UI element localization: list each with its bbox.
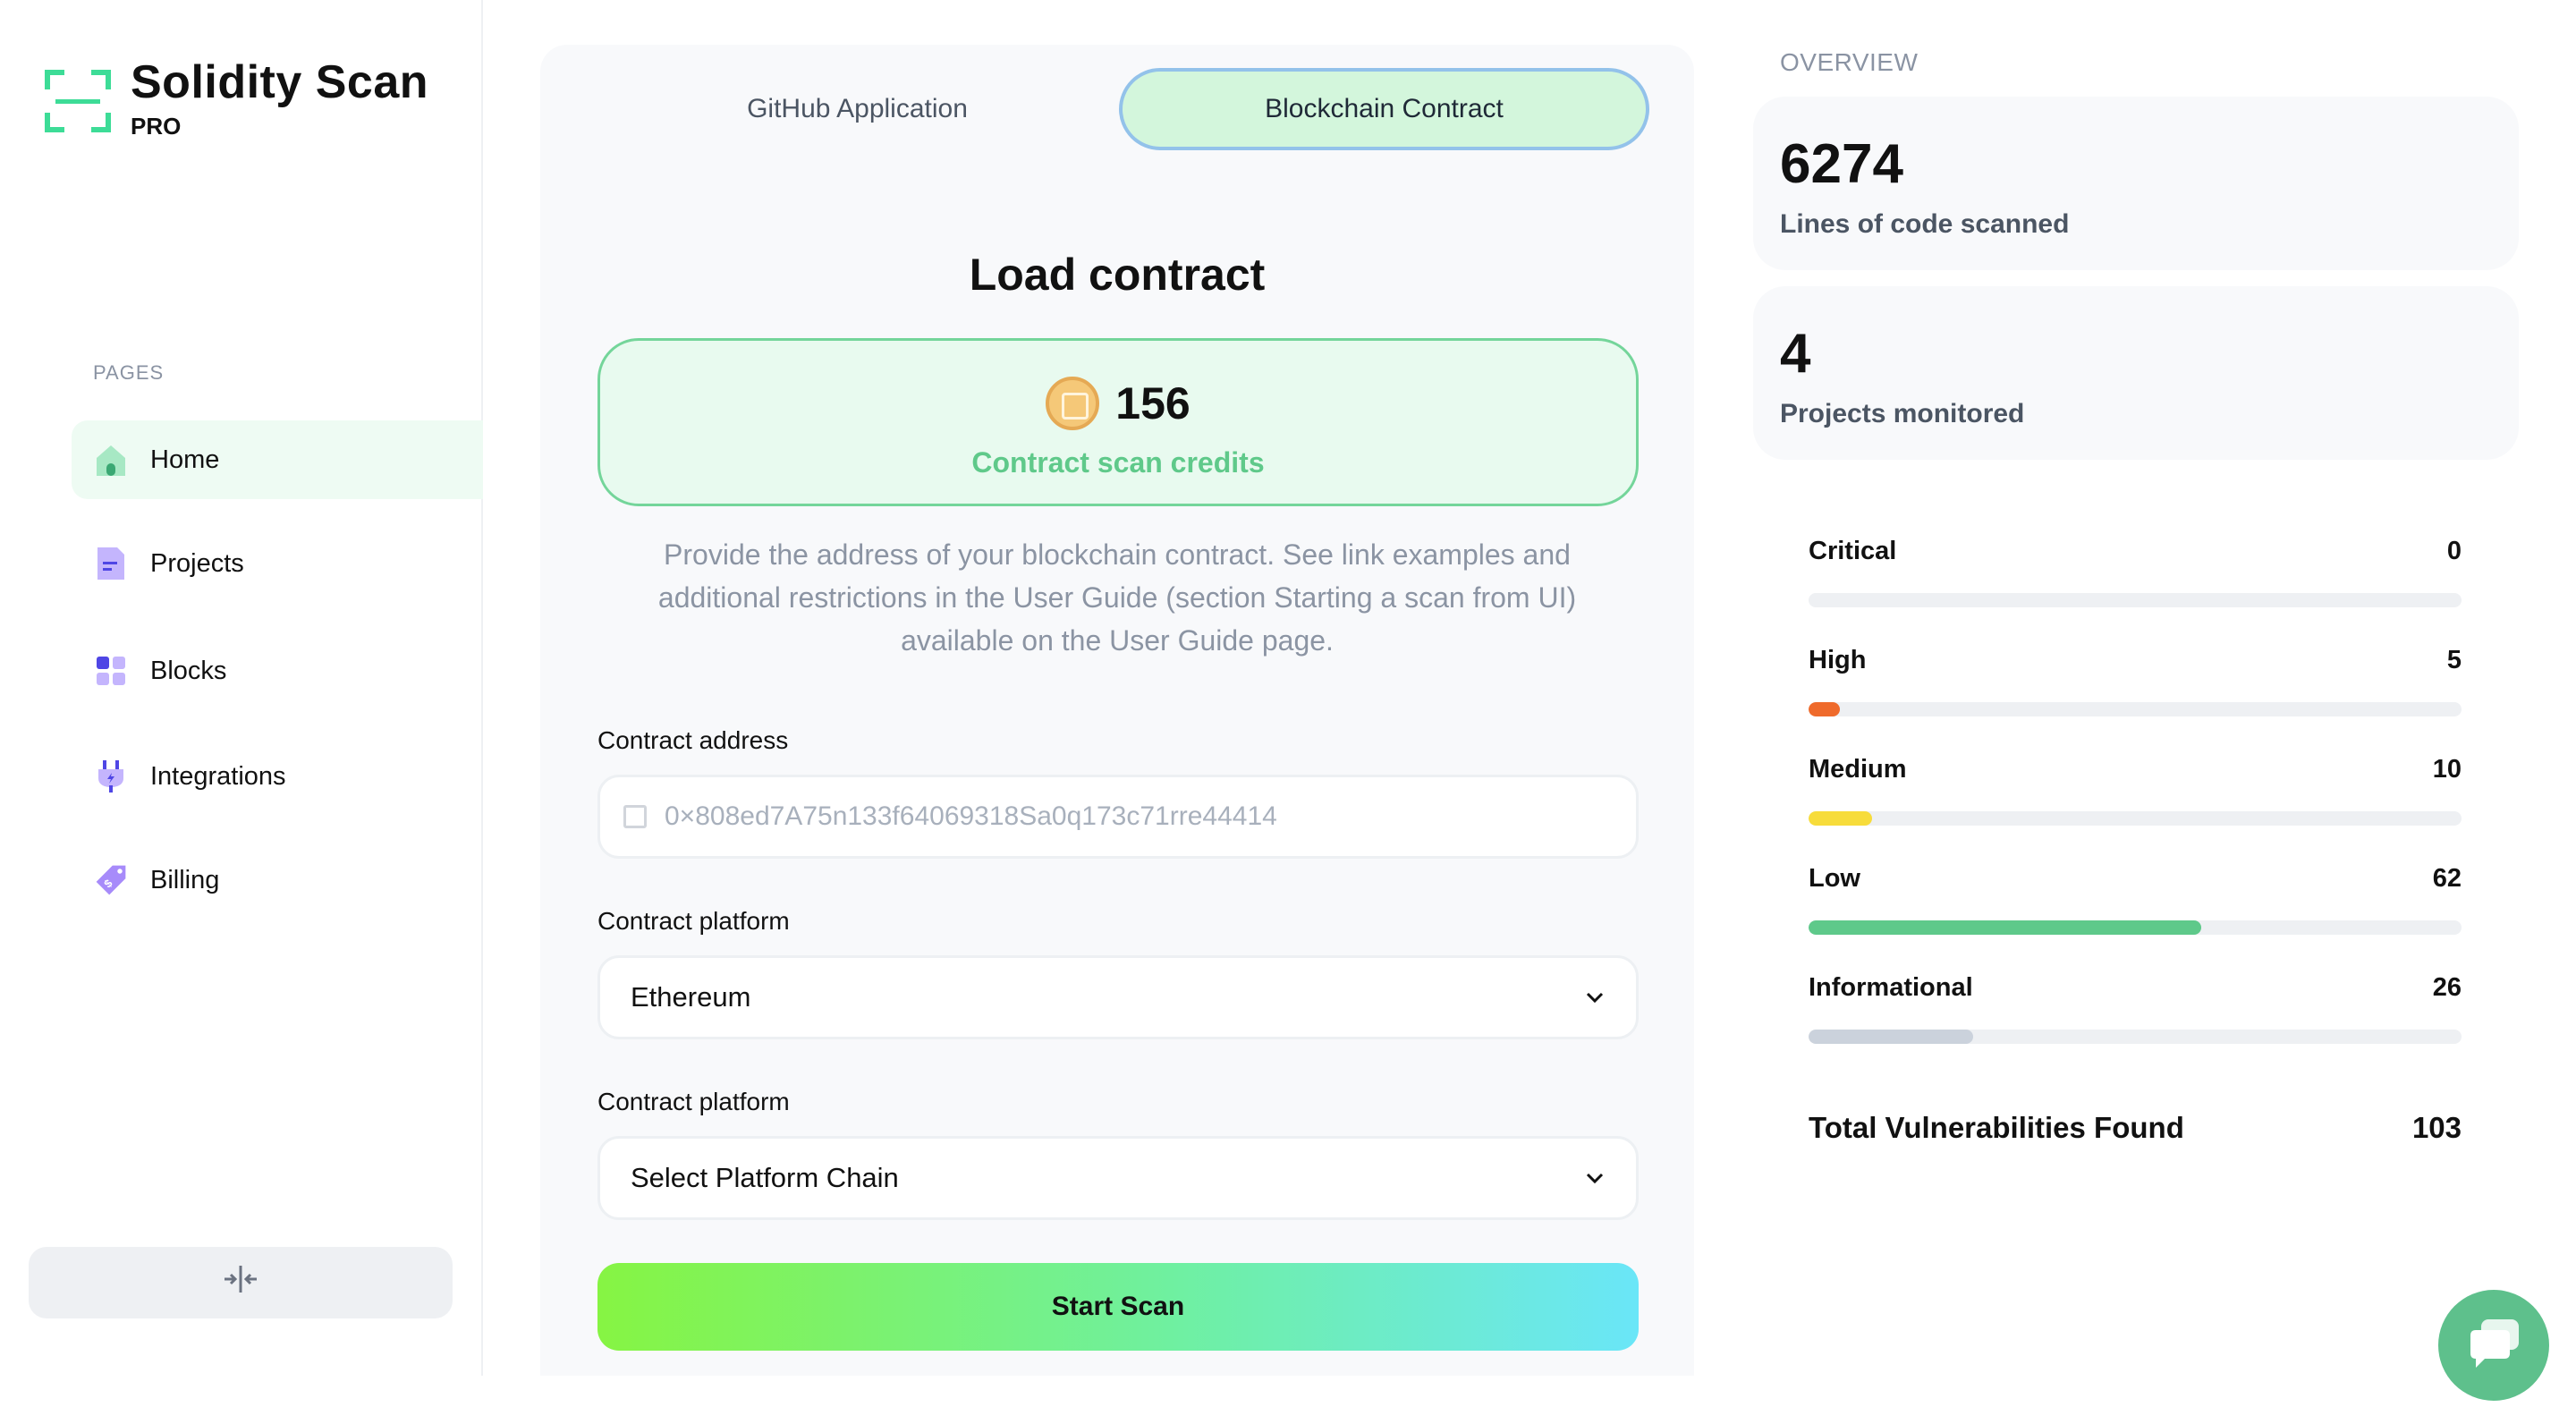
- sidebar-item-label: Billing: [150, 865, 220, 894]
- severity-name: Medium: [1809, 755, 1907, 784]
- severity-name: Critical: [1809, 537, 1897, 565]
- brand-title: Solidity Scan: [131, 56, 429, 108]
- sidebar-item-label: Blocks: [150, 656, 227, 685]
- coin-icon: [1046, 377, 1100, 430]
- platform-chain-select[interactable]: Select Platform Chain: [597, 1136, 1639, 1220]
- credits-card: 156 Contract scan credits: [597, 338, 1639, 506]
- chat-button[interactable]: [2438, 1290, 2549, 1401]
- severity-bar: [1809, 702, 2462, 716]
- chevron-down-icon: [1577, 1160, 1613, 1196]
- severity-count: 62: [2432, 864, 2462, 893]
- contract-platform-value: Ethereum: [631, 981, 751, 1013]
- severity-bar: [1809, 920, 2462, 935]
- severity-count: 0: [2446, 537, 2462, 565]
- contract-address-input[interactable]: 0×808ed7A75n133f64069318Sa0q173c71rre444…: [597, 775, 1639, 859]
- projects-monitored-card: 4 Projects monitored: [1753, 286, 2519, 460]
- severity-count: 5: [2446, 646, 2462, 674]
- scan-logo-icon: [43, 68, 113, 134]
- total-vulnerabilities: Total Vulnerabilities Found 103: [1809, 1111, 2462, 1145]
- scan-panel: GitHub Application Blockchain Contract L…: [540, 45, 1694, 1376]
- severity-medium: Medium 10: [1809, 755, 2462, 826]
- severity-critical: Critical 0: [1809, 537, 2462, 607]
- severity-bar: [1809, 1030, 2462, 1044]
- severity-bar-fill: [1809, 920, 2202, 935]
- collapse-sidebar-button[interactable]: [29, 1247, 453, 1318]
- sidebar-item-billing[interactable]: $ Billing: [72, 841, 483, 920]
- tab-blockchain-contract[interactable]: Blockchain Contract: [1119, 68, 1649, 150]
- collapse-icon: [221, 1264, 260, 1302]
- overview-label: OVERVIEW: [1780, 48, 1919, 76]
- chevron-down-icon: [1577, 979, 1613, 1015]
- severity-informational: Informational 26: [1809, 973, 2462, 1044]
- severity-bar-fill: [1809, 811, 1872, 826]
- sidebar-item-label: Integrations: [150, 761, 286, 791]
- credits-label: Contract scan credits: [971, 446, 1265, 479]
- sidebar: Solidity Scan PRO PAGES Home Projects Bl…: [0, 0, 483, 1376]
- sidebar-item-home[interactable]: Home: [72, 420, 483, 499]
- contract-platform-select[interactable]: Ethereum: [597, 955, 1639, 1039]
- lines-scanned-card: 6274 Lines of code scanned: [1753, 97, 2519, 270]
- severity-low: Low 62: [1809, 864, 2462, 935]
- credits-value: 156: [1115, 378, 1191, 428]
- severity-bar: [1809, 811, 2462, 826]
- source-tabs: GitHub Application Blockchain Contract: [596, 68, 1649, 150]
- start-scan-button[interactable]: Start Scan: [597, 1263, 1639, 1351]
- chat-bubble-icon: [2465, 1316, 2522, 1376]
- total-value: 103: [2411, 1111, 2462, 1144]
- platform-chain-value: Select Platform Chain: [631, 1162, 899, 1193]
- home-icon: [93, 442, 129, 478]
- page-title: Load contract: [969, 250, 1266, 300]
- price-tag-icon: $: [93, 862, 129, 898]
- severity-name: Informational: [1809, 973, 1973, 1002]
- blocks-icon: [93, 653, 129, 689]
- severity-high: High 5: [1809, 646, 2462, 716]
- lines-scanned-value: 6274: [1780, 133, 1903, 195]
- lines-scanned-label: Lines of code scanned: [1780, 209, 2070, 239]
- projects-monitored-label: Projects monitored: [1780, 399, 2025, 428]
- sidebar-item-label: Home: [150, 445, 220, 474]
- sidebar-item-projects[interactable]: Projects: [72, 524, 483, 603]
- plug-icon: [93, 759, 129, 794]
- severity-name: Low: [1809, 864, 1860, 893]
- severity-bar: [1809, 593, 2462, 607]
- tab-github-application[interactable]: GitHub Application: [596, 68, 1119, 150]
- contract-address-placeholder: 0×808ed7A75n133f64069318Sa0q173c71rre444…: [665, 801, 1277, 831]
- pages-section-label: PAGES: [93, 361, 165, 384]
- total-label: Total Vulnerabilities Found: [1809, 1111, 2184, 1144]
- contract-platform-label: Contract platform: [597, 907, 790, 935]
- brand-logo[interactable]: Solidity Scan PRO: [43, 57, 428, 140]
- severity-count: 26: [2432, 973, 2462, 1002]
- projects-monitored-value: 4: [1780, 323, 1811, 385]
- document-icon: [93, 546, 129, 581]
- platform-chain-label: Contract platform: [597, 1088, 790, 1115]
- instructions-text: Provide the address of your blockchain c…: [657, 538, 1577, 657]
- contract-address-label: Contract address: [597, 726, 789, 754]
- sidebar-item-integrations[interactable]: Integrations: [72, 737, 483, 816]
- severity-name: High: [1809, 646, 1867, 674]
- severity-bar-fill: [1809, 702, 1841, 716]
- brand-tier: PRO: [131, 113, 182, 140]
- sidebar-item-blocks[interactable]: Blocks: [72, 631, 483, 710]
- severity-bar-fill: [1809, 1030, 1973, 1044]
- sidebar-item-label: Projects: [150, 548, 244, 578]
- address-icon: [623, 805, 647, 828]
- severity-count: 10: [2432, 755, 2462, 784]
